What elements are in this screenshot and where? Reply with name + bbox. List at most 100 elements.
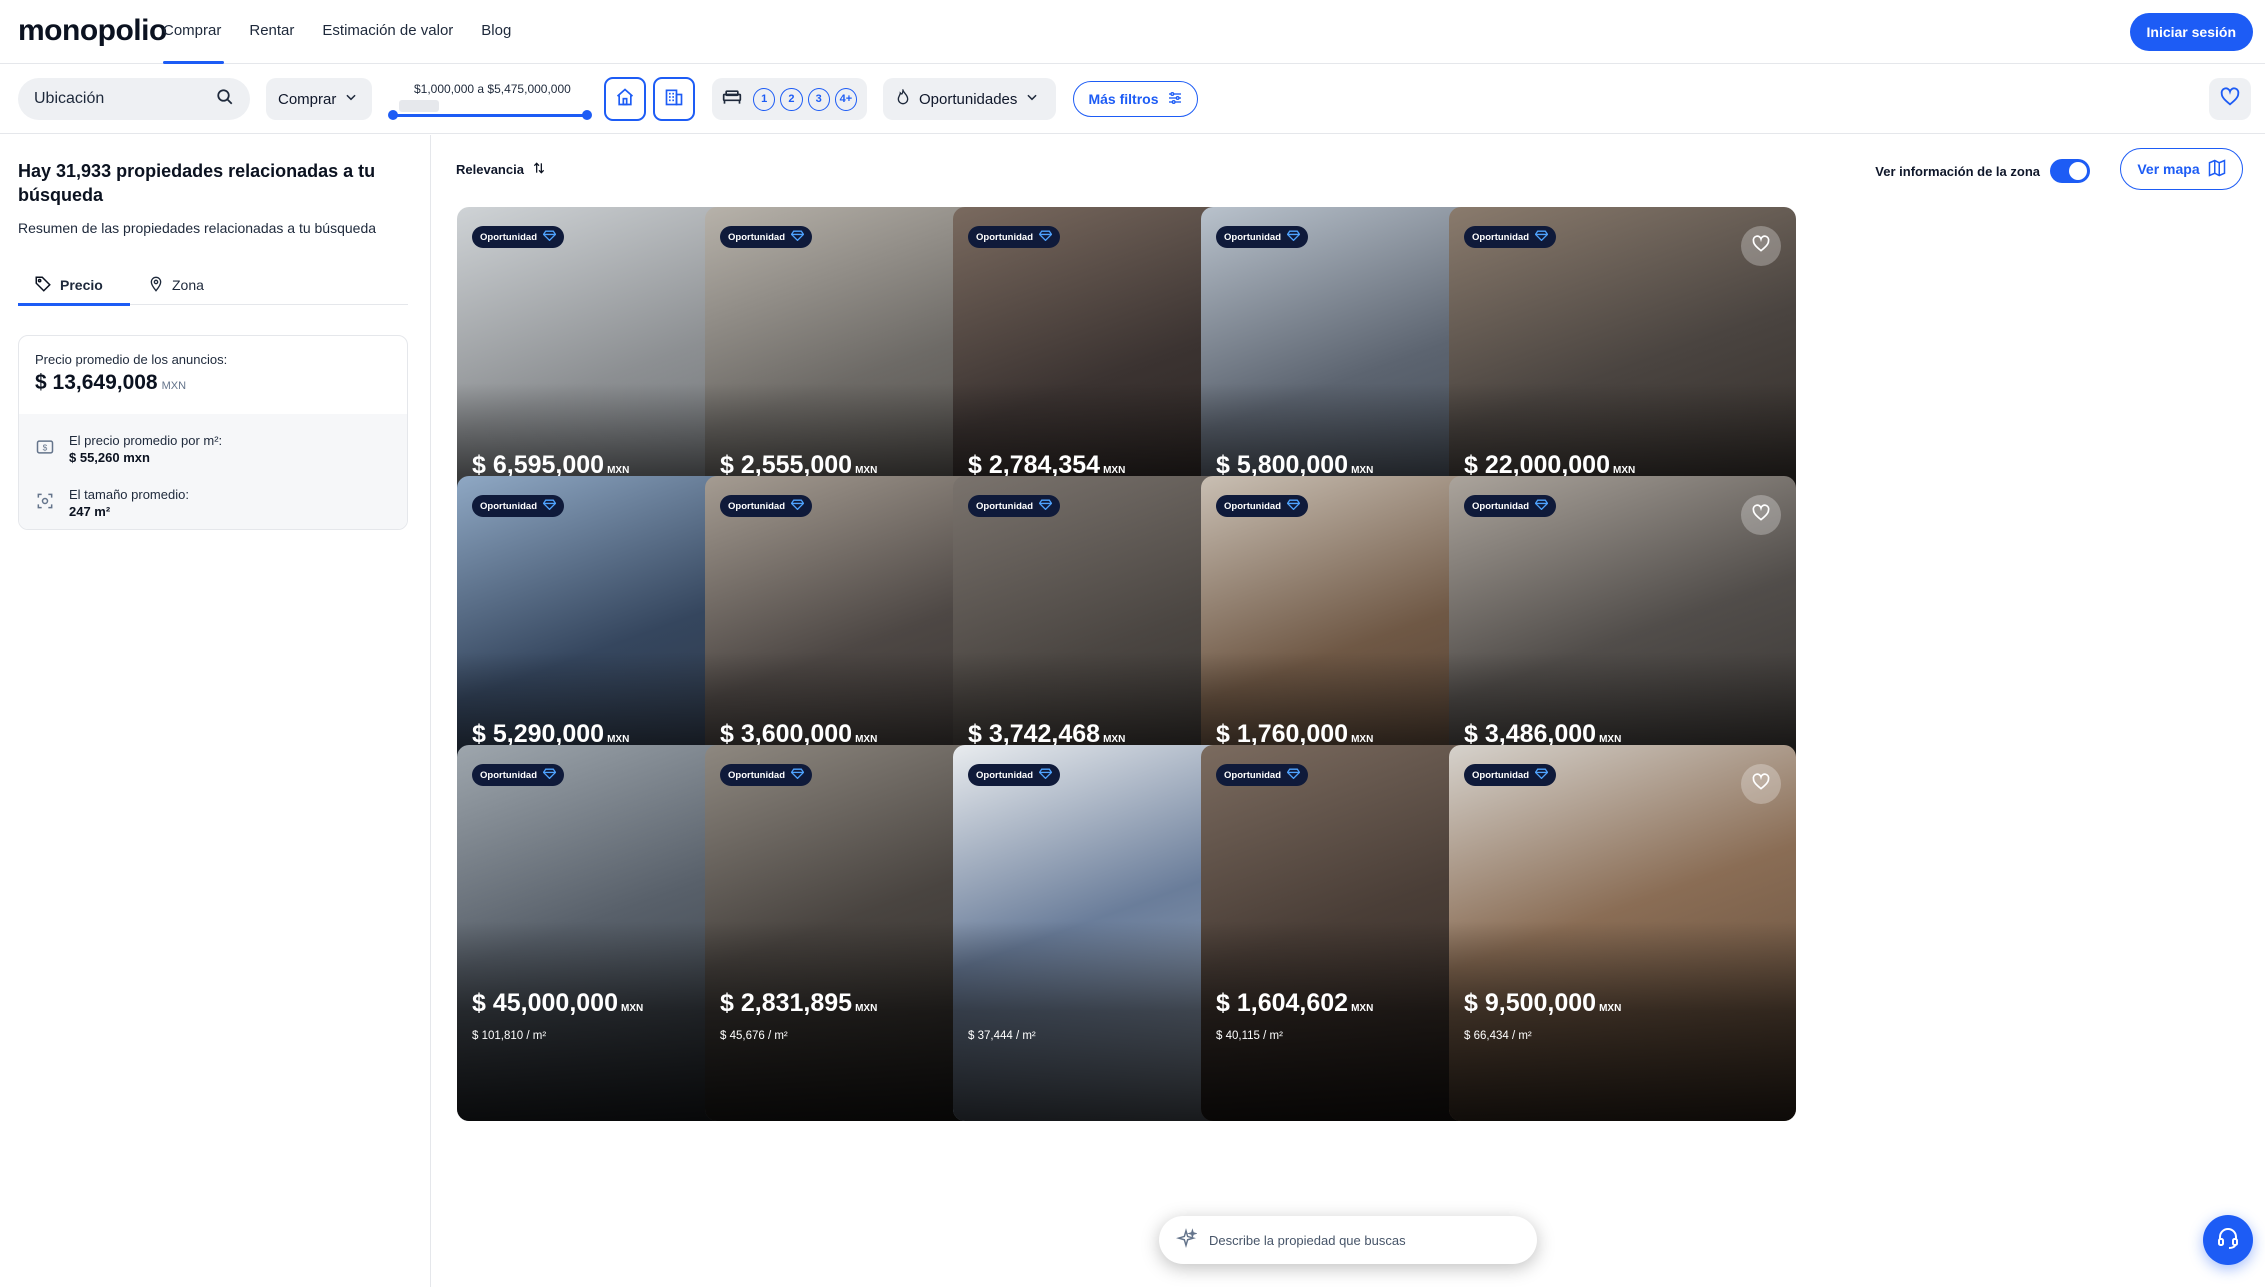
results-subtitle: Resumen de las propiedades relacionadas … (18, 220, 377, 236)
location-search[interactable] (18, 78, 250, 120)
zone-info-switch[interactable] (2050, 159, 2090, 183)
bedrooms-2[interactable]: 2 (780, 87, 803, 111)
favorite-button[interactable] (1741, 764, 1781, 804)
nav-rentar[interactable]: Rentar (249, 0, 294, 64)
sliders-icon (1167, 90, 1183, 109)
ai-search-bar[interactable]: Describe la propiedad que buscas (1159, 1216, 1537, 1264)
sort-label: Relevancia (456, 162, 524, 177)
heart-icon (1751, 772, 1771, 797)
listing-price-per-m2: $ 37,444 / m² (968, 1030, 1036, 1042)
svg-text:$: $ (43, 442, 48, 452)
logo[interactable]: monopolio (18, 14, 167, 48)
opportunity-badge: Oportunidad (1216, 226, 1308, 248)
opportunities-select[interactable]: Oportunidades (883, 78, 1056, 120)
listing-price: $ 45,000,000 MXN (472, 989, 644, 1017)
listing-price-per-m2: $ 40,115 / m² (1216, 1030, 1283, 1042)
opportunities-value: Oportunidades (919, 90, 1018, 108)
opportunity-badge: Oportunidad (472, 495, 564, 517)
location-input[interactable] (34, 90, 204, 108)
diamond-icon (790, 499, 805, 513)
sparkle-icon (1175, 1227, 1198, 1253)
avg-size-value: 247 m² (69, 504, 111, 519)
diamond-icon (1286, 499, 1301, 513)
more-filters-button[interactable]: Más filtros (1073, 81, 1198, 117)
listing-grid: Oportunidad $ 6,595,000MXN $ 37,472 / m²… (457, 207, 2242, 1287)
avg-price-m2-label: El precio promedio por m²: (69, 433, 223, 448)
results-sidebar: Hay 31,933 propiedades relacionadas a tu… (0, 135, 431, 1287)
listing-card[interactable]: Oportunidad $ 9,500,000 MXN $ 66,434 / m² (1449, 745, 1796, 1121)
listing-price: $ 2,831,895 MXN (720, 989, 878, 1017)
more-filters-label: Más filtros (1088, 91, 1159, 107)
avg-size-label: El tamaño promedio: (69, 487, 189, 502)
house-type-button[interactable] (604, 77, 646, 121)
listing-price-per-m2: $ 101,810 / m² (472, 1030, 547, 1042)
operation-value: Comprar (278, 90, 337, 108)
avg-price-label: Precio promedio de los anuncios: (35, 352, 228, 367)
favorite-button[interactable] (1741, 495, 1781, 535)
heart-icon (1751, 234, 1771, 259)
badge-label: Oportunidad (728, 500, 785, 512)
badge-label: Oportunidad (976, 769, 1033, 781)
favorites-button[interactable] (2209, 78, 2251, 120)
avg-price-m2-value: $ 55,260 mxn (69, 450, 150, 465)
operation-select[interactable]: Comprar (266, 78, 372, 120)
price-range-slider[interactable]: $1,000,000 a $5,475,000,000 (385, 80, 595, 120)
zone-info-toggle[interactable]: Ver información de la zona (1875, 159, 2090, 183)
badge-label: Oportunidad (480, 231, 537, 243)
badge-label: Oportunidad (976, 500, 1033, 512)
bedrooms-filter: 1 2 3 4+ (712, 78, 867, 120)
opportunity-badge: Oportunidad (472, 226, 564, 248)
tab-zona[interactable]: Zona (148, 265, 204, 305)
avg-size-row: El tamaño promedio: 247 m² (35, 480, 391, 526)
flame-icon (895, 87, 911, 109)
view-map-button[interactable]: Ver mapa (2120, 148, 2243, 190)
diamond-icon (1038, 768, 1053, 782)
tab-zona-label: Zona (172, 277, 204, 293)
badge-label: Oportunidad (480, 769, 537, 781)
nav-blog[interactable]: Blog (481, 0, 511, 64)
price-min-handle[interactable] (388, 110, 398, 120)
chevron-down-icon (1025, 90, 1039, 108)
money-icon: $ (35, 437, 55, 462)
nav-comprar[interactable]: Comprar (163, 0, 225, 64)
badge-label: Oportunidad (1224, 769, 1281, 781)
badge-label: Oportunidad (728, 769, 785, 781)
badge-label: Oportunidad (1224, 231, 1281, 243)
tab-precio[interactable]: Precio (18, 265, 130, 306)
summary-tabs: Precio Zona (18, 265, 408, 306)
area-icon (35, 491, 55, 516)
price-slider-track[interactable] (393, 114, 587, 117)
nav-estimacion[interactable]: Estimación de valor (322, 0, 453, 64)
top-navbar: monopolio Comprar Rentar Estimación de v… (0, 0, 2265, 64)
filter-bar: Comprar $1,000,000 a $5,475,000,000 1 2 … (0, 64, 2265, 134)
opportunity-badge: Oportunidad (1464, 495, 1556, 517)
login-button[interactable]: Iniciar sesión (2129, 13, 2253, 51)
opportunity-badge: Oportunidad (968, 764, 1060, 786)
price-max-handle[interactable] (582, 110, 592, 120)
opportunity-badge: Oportunidad (720, 226, 812, 248)
opportunity-badge: Oportunidad (472, 764, 564, 786)
diamond-icon (1534, 768, 1549, 782)
diamond-icon (1534, 499, 1549, 513)
price-range-label: $1,000,000 a $5,475,000,000 (414, 82, 571, 96)
chat-support-button[interactable] (2203, 1215, 2253, 1265)
listing-price: $ 1,604,602 MXN (1216, 989, 1374, 1017)
bedrooms-3[interactable]: 3 (807, 87, 830, 111)
avg-price-value: $ 13,649,008 MXN (35, 371, 187, 394)
bed-icon (722, 89, 742, 110)
headset-icon (2216, 1226, 2240, 1255)
sort-select[interactable]: Relevancia (456, 161, 546, 178)
apartment-type-button[interactable] (653, 77, 695, 121)
location-pin-icon (148, 275, 164, 296)
heart-icon (1751, 503, 1771, 528)
favorite-button[interactable] (1741, 226, 1781, 266)
listing-price-per-m2: $ 66,434 / m² (1464, 1030, 1532, 1042)
diamond-icon (542, 768, 557, 782)
bedrooms-4-plus[interactable]: 4+ (834, 87, 857, 111)
listing-price-per-m2: $ 45,676 / m² (720, 1030, 788, 1042)
main-nav: Comprar Rentar Estimación de valor Blog (163, 0, 511, 64)
house-icon (615, 87, 635, 112)
bedrooms-1[interactable]: 1 (753, 87, 776, 111)
badge-label: Oportunidad (1472, 500, 1529, 512)
search-icon[interactable] (216, 88, 234, 111)
